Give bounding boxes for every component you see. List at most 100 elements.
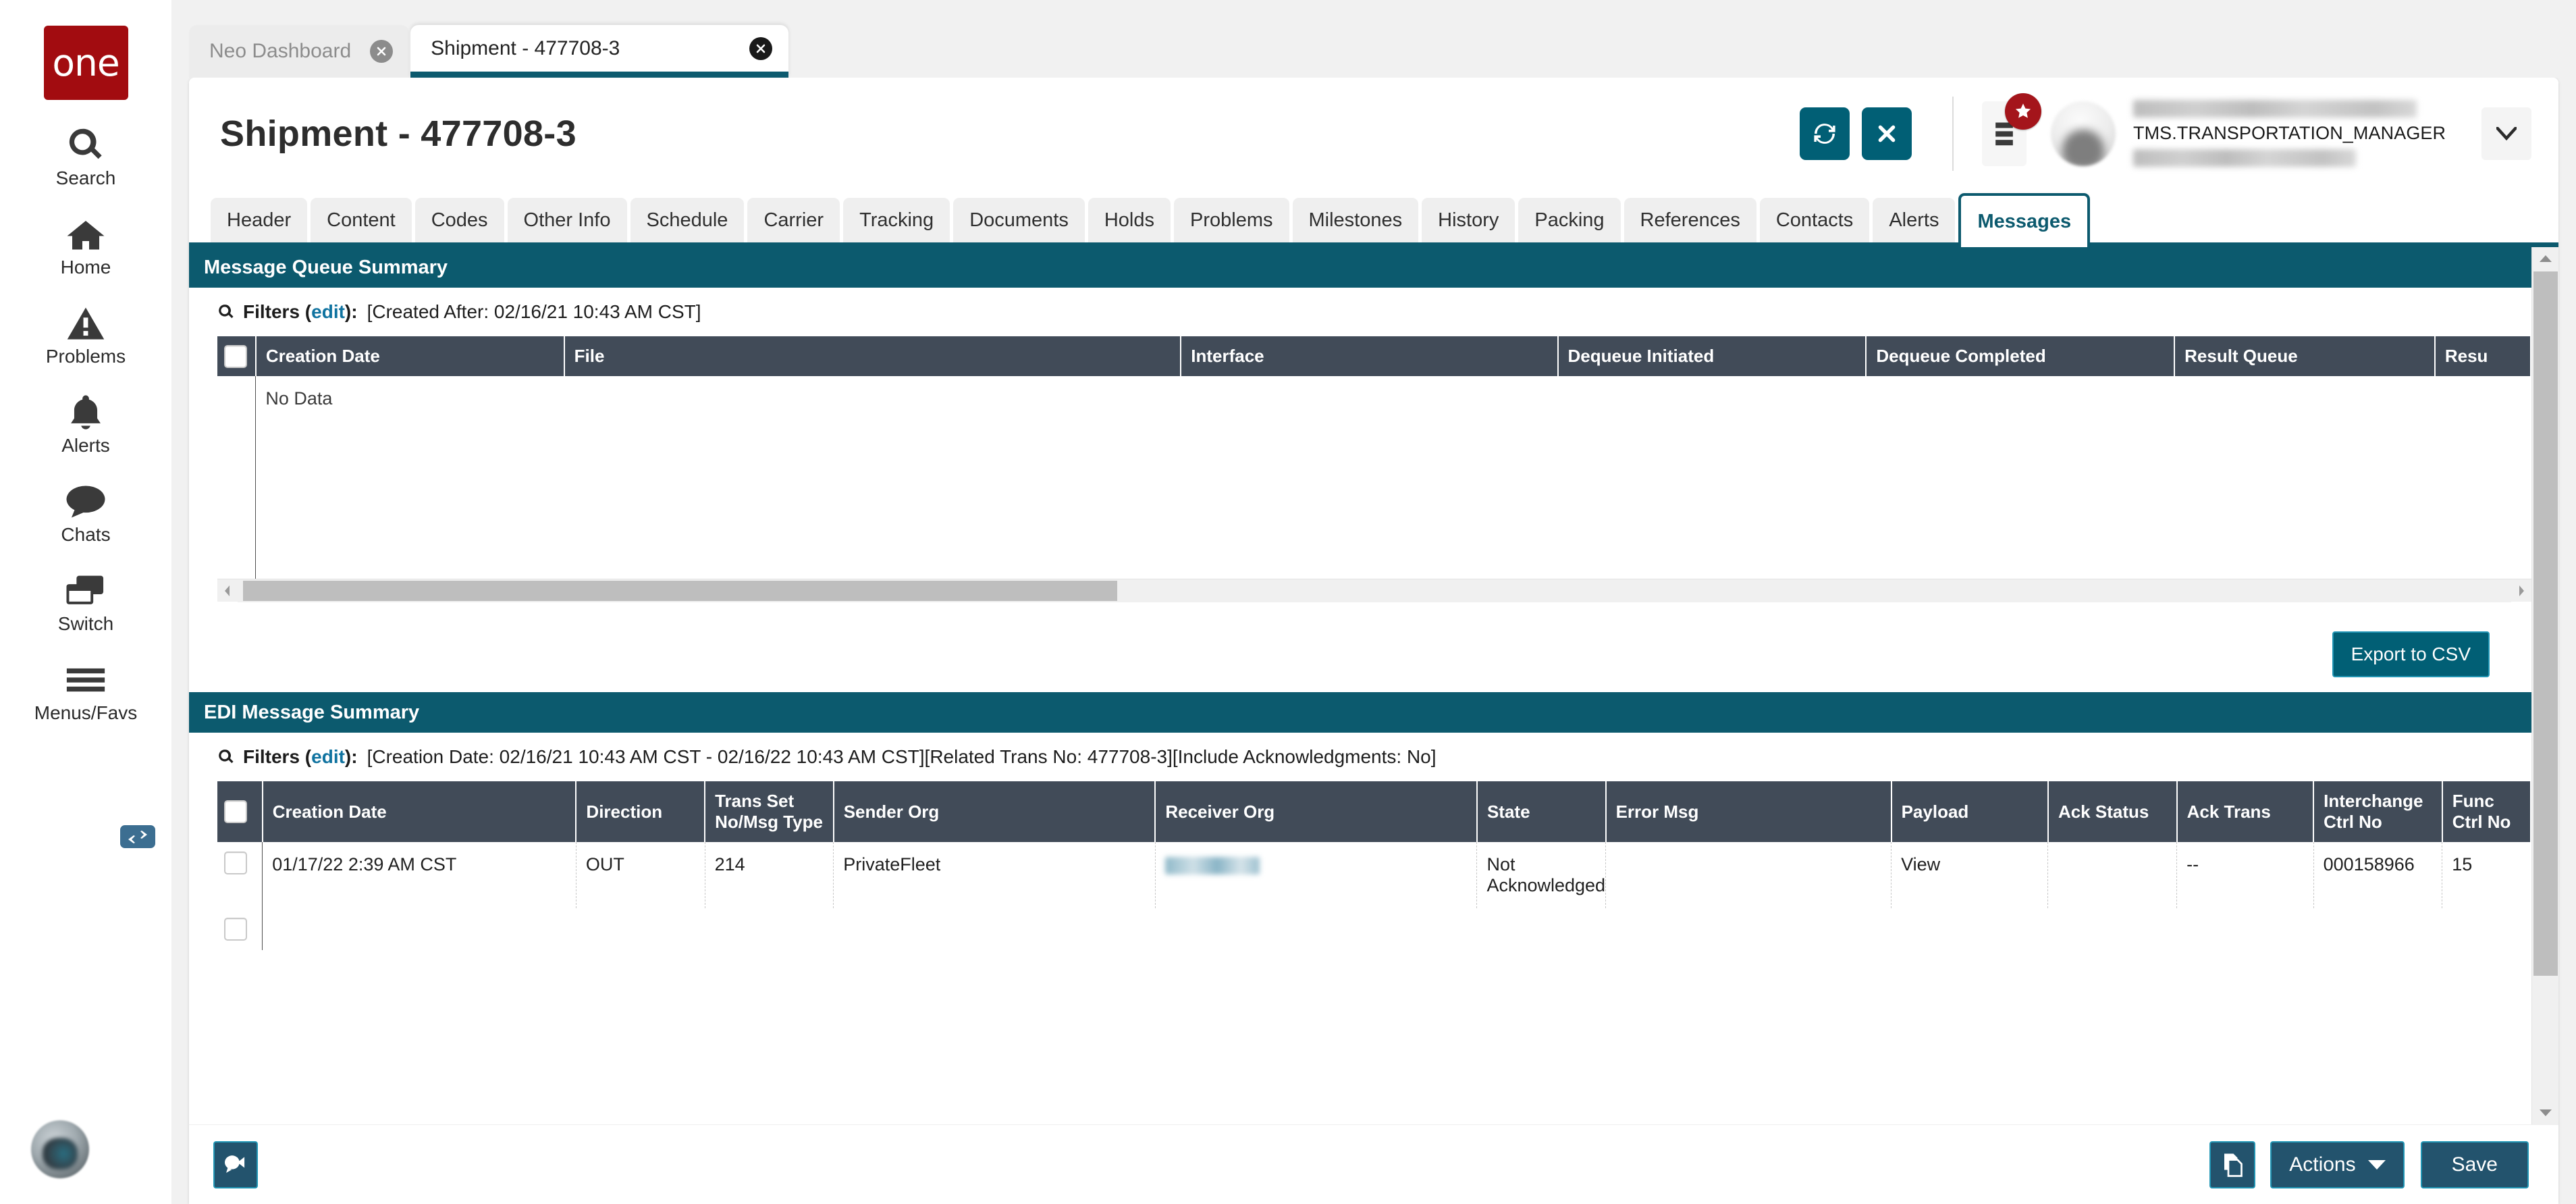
table-row[interactable]: [217, 908, 2531, 950]
tab-header[interactable]: Header: [211, 198, 308, 242]
scroll-right-icon[interactable]: [2511, 584, 2531, 598]
column-creation-date[interactable]: Creation Date: [255, 336, 565, 376]
rail-item-switch[interactable]: Switch: [0, 546, 171, 635]
tab-label: Tracking: [859, 209, 934, 231]
rail-user-avatar[interactable]: [31, 1120, 89, 1178]
user-menu-button[interactable]: [2481, 107, 2531, 160]
rail-item-home[interactable]: Home: [0, 189, 171, 278]
rail-item-search[interactable]: Search: [0, 100, 171, 189]
brand-logo[interactable]: one: [43, 26, 128, 100]
switch-toggle-badge[interactable]: [120, 825, 155, 848]
scroll-up-icon[interactable]: [2538, 247, 2553, 270]
cell-receiver-org[interactable]: [1155, 842, 1478, 908]
header-divider: [1952, 96, 1954, 171]
comments-button[interactable]: [213, 1141, 258, 1188]
column-payload[interactable]: Payload: [1891, 781, 2049, 842]
tab-holds[interactable]: Holds: [1088, 198, 1171, 242]
cell-direction: OUT: [576, 842, 705, 908]
rail-item-chats[interactable]: Chats: [0, 456, 171, 546]
column-ack-trans[interactable]: Ack Trans: [2176, 781, 2315, 842]
tab-content[interactable]: Content: [311, 198, 412, 242]
cell-sender-org[interactable]: PrivateFleet: [833, 842, 1156, 908]
tab-label: Documents: [969, 209, 1069, 231]
tab-milestones[interactable]: Milestones: [1292, 198, 1419, 242]
tab-other-info[interactable]: Other Info: [507, 198, 627, 242]
tab-label: Carrier: [763, 209, 824, 231]
select-all-checkbox[interactable]: [224, 344, 247, 368]
close-page-button[interactable]: [1862, 107, 1912, 160]
star-icon: [2015, 103, 2031, 118]
tab-contacts[interactable]: Contacts: [1759, 198, 1870, 242]
tab-packing[interactable]: Packing: [1518, 198, 1621, 242]
document-tab-shipment[interactable]: Shipment - 477708-3: [410, 25, 789, 78]
rail-item-alerts[interactable]: Alerts: [0, 367, 171, 456]
select-all-header[interactable]: [217, 781, 263, 842]
v-scroll-thumb[interactable]: [2533, 271, 2558, 976]
row-checkbox-cell[interactable]: [217, 908, 263, 950]
tab-references[interactable]: References: [1624, 198, 1756, 242]
message-queue-grid: Creation Date File Interface Dequeue Ini…: [217, 336, 2531, 579]
tab-problems[interactable]: Problems: [1174, 198, 1289, 242]
select-all-checkbox[interactable]: [224, 800, 247, 823]
content-vertical-scrollbar[interactable]: [2531, 247, 2558, 1124]
refresh-icon: [1814, 123, 1835, 144]
tab-documents[interactable]: Documents: [953, 198, 1085, 242]
tab-messages[interactable]: Messages: [1958, 193, 2091, 247]
scroll-left-icon[interactable]: [217, 584, 238, 598]
column-file[interactable]: File: [564, 336, 1182, 376]
column-dequeue-initiated[interactable]: Dequeue Initiated: [1557, 336, 1867, 376]
tab-carrier[interactable]: Carrier: [747, 198, 840, 242]
export-to-csv-button[interactable]: Export to CSV: [2332, 631, 2490, 677]
actions-button[interactable]: Actions: [2270, 1141, 2405, 1188]
row-checkbox-cell[interactable]: [217, 842, 263, 908]
close-x-icon: [1878, 125, 1896, 142]
header-user-block[interactable]: TMS.TRANSPORTATION_MANAGER: [2051, 100, 2531, 167]
column-interchange-ctrl-no[interactable]: Interchange Ctrl No: [2313, 781, 2443, 842]
actions-label: Actions: [2289, 1153, 2356, 1176]
column-receiver-org[interactable]: Receiver Org: [1155, 781, 1478, 842]
tab-alerts[interactable]: Alerts: [1873, 198, 1956, 242]
refresh-button[interactable]: [1800, 107, 1850, 160]
switch-windows-icon: [65, 570, 107, 612]
column-trans-set-no-msg-type[interactable]: Trans Set No/Msg Type: [705, 781, 834, 842]
messages-panel: Message Queue Summary Filters ( edit ): …: [189, 247, 2531, 1124]
filters-edit-link[interactable]: edit: [311, 301, 345, 323]
select-all-header[interactable]: [217, 336, 257, 376]
cell-payload-view-link[interactable]: View: [1891, 842, 2049, 908]
copy-button[interactable]: [2209, 1141, 2256, 1188]
column-result-queue[interactable]: Result Queue: [2174, 336, 2436, 376]
column-interface[interactable]: Interface: [1181, 336, 1559, 376]
row-checkbox[interactable]: [224, 918, 247, 941]
tab-label: Alerts: [1889, 209, 1939, 231]
tab-schedule[interactable]: Schedule: [630, 198, 745, 242]
filters-edit-link[interactable]: edit: [311, 746, 345, 768]
tab-tracking[interactable]: Tracking: [843, 198, 950, 242]
message-queue-horizontal-scrollbar[interactable]: [217, 579, 2531, 602]
save-button[interactable]: Save: [2420, 1141, 2529, 1188]
tab-codes[interactable]: Codes: [414, 198, 504, 242]
column-ack-status[interactable]: Ack Status: [2047, 781, 2178, 842]
column-result-truncated[interactable]: Resu: [2434, 336, 2531, 376]
tab-history[interactable]: History: [1422, 198, 1515, 242]
column-sender-org[interactable]: Sender Org: [833, 781, 1156, 842]
column-creation-date[interactable]: Creation Date: [262, 781, 577, 842]
cell-interchange-ctrl-no: 000158966: [2313, 842, 2443, 908]
column-error-msg[interactable]: Error Msg: [1605, 781, 1892, 842]
document-tab-neo-dashboard[interactable]: Neo Dashboard: [189, 25, 410, 78]
column-direction[interactable]: Direction: [576, 781, 706, 842]
scroll-down-icon[interactable]: [2538, 1101, 2553, 1124]
h-scroll-thumb[interactable]: [243, 580, 1117, 601]
close-icon[interactable]: [749, 36, 773, 60]
table-row[interactable]: 01/17/22 2:39 AM CST OUT 214 PrivateFlee…: [217, 842, 2531, 908]
row-checkbox[interactable]: [224, 852, 247, 874]
rail-item-problems[interactable]: Problems: [0, 278, 171, 367]
column-func-ctrl-no[interactable]: Func Ctrl No: [2442, 781, 2531, 842]
h-scroll-track[interactable]: [238, 579, 2511, 602]
v-scroll-track[interactable]: [2532, 270, 2559, 1101]
close-icon[interactable]: [370, 40, 394, 63]
column-state[interactable]: State: [1476, 781, 1607, 842]
menus-favorites-button[interactable]: [1982, 93, 2041, 166]
column-dequeue-completed[interactable]: Dequeue Completed: [1866, 336, 2176, 376]
rail-label-menus-favs: Menus/Favs: [34, 702, 138, 723]
rail-item-menus-favs[interactable]: Menus/Favs: [0, 635, 171, 724]
